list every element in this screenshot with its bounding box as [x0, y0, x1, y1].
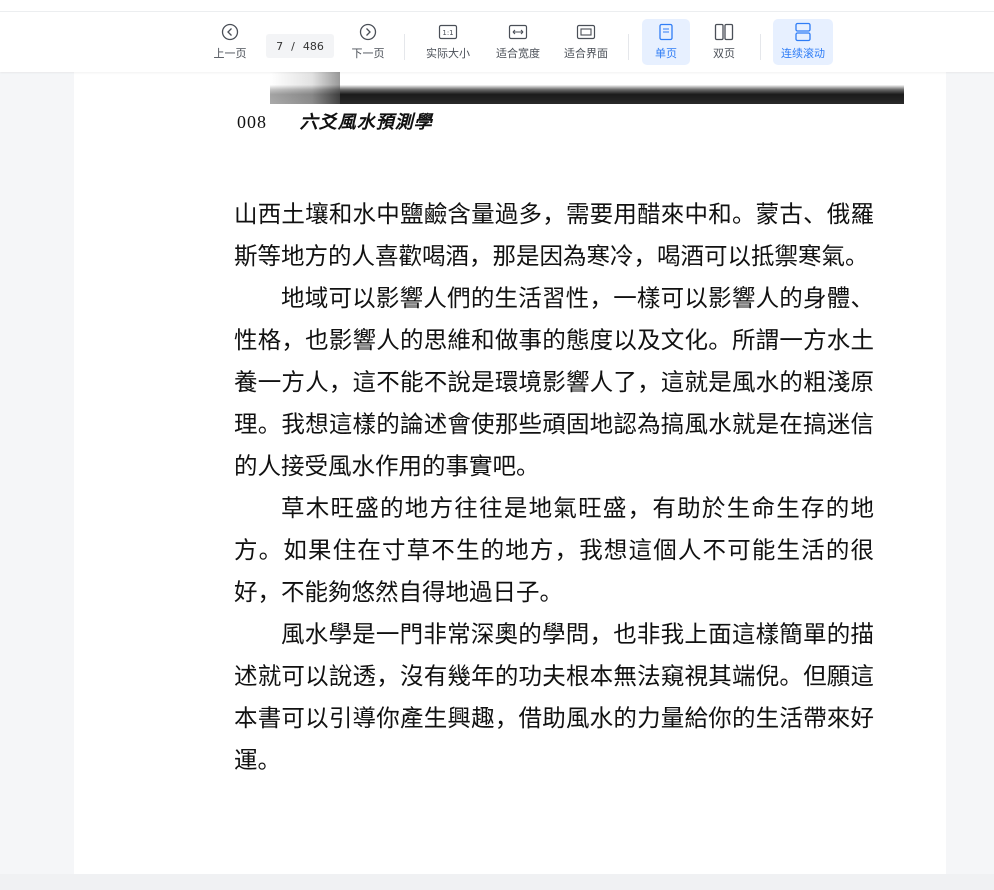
double-page-button[interactable]: 双页 [700, 19, 748, 65]
fit-width-button[interactable]: 适合宽度 [490, 19, 546, 65]
current-page-input[interactable]: 7 [276, 40, 283, 53]
next-page-button[interactable]: 下一页 [346, 19, 390, 65]
single-page-icon [658, 22, 674, 42]
continuous-scroll-button[interactable]: 连续滚动 [773, 19, 833, 65]
paragraph: 風水學是一門非常深奧的學問，也非我上面這樣簡單的描述就可以說透，沒有幾年的功夫根… [234, 620, 874, 774]
prev-page-label: 上一页 [213, 47, 247, 60]
toolbar-divider [404, 34, 405, 60]
actual-size-label: 实际大小 [426, 47, 470, 60]
paragraph: 山西土壤和水中鹽鹼含量過多，需要用醋來中和。蒙古、俄羅斯等地方的人喜歡喝酒，那是… [234, 200, 874, 270]
continuous-scroll-icon [794, 22, 812, 42]
single-page-label: 单页 [655, 47, 677, 60]
toolbar-divider [628, 34, 629, 60]
total-pages: 486 [302, 39, 324, 53]
fit-width-icon [508, 22, 528, 42]
page-indicator[interactable]: 7 / 486 [266, 34, 334, 58]
fit-screen-button[interactable]: 适合界面 [558, 19, 614, 65]
double-page-icon [714, 22, 734, 42]
chevron-right-circle-icon [359, 22, 377, 42]
page-number: 008 [237, 112, 267, 132]
svg-text:1:1: 1:1 [442, 29, 453, 37]
scanned-header-bar [270, 72, 904, 104]
paragraph: 地域可以影響人們的生活習性，一樣可以影響人的身體、性格，也影響人的思維和做事的態… [234, 284, 874, 480]
fit-screen-label: 适合界面 [564, 47, 608, 60]
fit-screen-icon [576, 22, 596, 42]
fit-width-label: 适合宽度 [496, 47, 540, 60]
actual-size-button[interactable]: 1:1 实际大小 [420, 19, 476, 65]
toolbar-divider [760, 34, 761, 60]
window-top-strip [0, 0, 994, 12]
page-running-header: 008 六爻風水預測學 [237, 108, 433, 134]
bottom-bar [0, 874, 994, 890]
chevron-left-circle-icon [221, 22, 239, 42]
double-page-label: 双页 [713, 47, 735, 60]
prev-page-button[interactable]: 上一页 [208, 19, 252, 65]
page-body-text: 山西土壤和水中鹽鹼含量過多，需要用醋來中和。蒙古、俄羅斯等地方的人喜歡喝酒，那是… [234, 193, 874, 781]
actual-size-icon: 1:1 [438, 22, 458, 42]
reader-toolbar: 上一页 7 / 486 下一页 1:1 实际大小 适合宽度 适合界面 单页 双页… [0, 12, 994, 72]
paragraph: 草木旺盛的地方往往是地氣旺盛，有助於生命生存的地方。如果住在寸草不生的地方，我想… [234, 494, 874, 606]
single-page-button[interactable]: 单页 [642, 19, 690, 65]
page-separator: / [291, 39, 295, 53]
book-title: 六爻風水預測學 [299, 112, 433, 133]
next-page-label: 下一页 [351, 47, 385, 60]
continuous-scroll-label: 连续滚动 [781, 47, 825, 60]
